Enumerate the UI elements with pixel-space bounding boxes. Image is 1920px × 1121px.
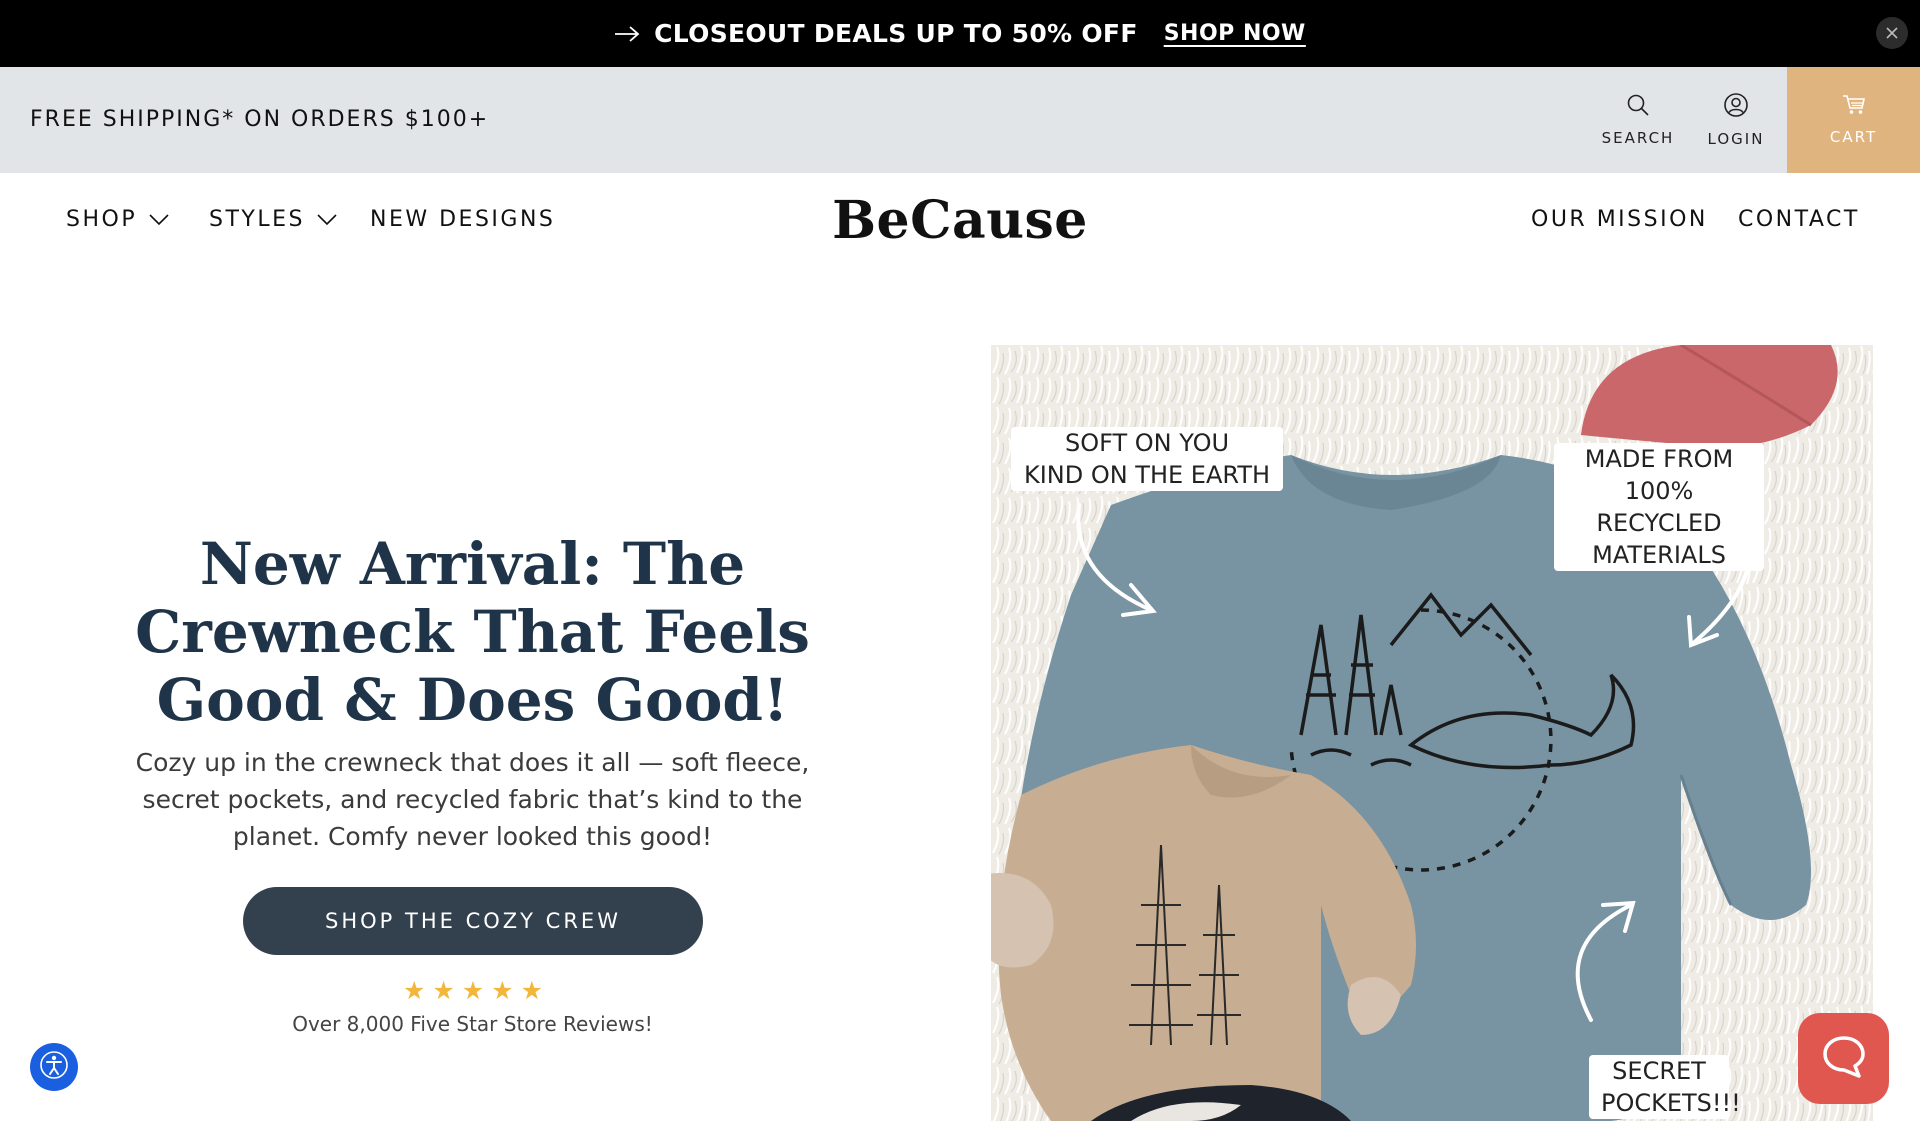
recycled-callout-line-1: MADE FROM bbox=[1584, 445, 1734, 473]
chevron-down-icon bbox=[317, 207, 337, 232]
shop-cozy-crew-button[interactable]: SHOP THE COZY CREW bbox=[243, 887, 703, 955]
free-shipping-text: FREE SHIPPING* ON ORDERS $100+ bbox=[30, 107, 490, 132]
cart-label: CART bbox=[1829, 128, 1878, 146]
search-button[interactable]: SEARCH bbox=[1598, 67, 1678, 173]
login-label: LOGIN bbox=[1707, 130, 1765, 148]
cart-icon bbox=[1842, 94, 1866, 120]
accessibility-icon bbox=[39, 1050, 69, 1084]
chat-button[interactable] bbox=[1798, 1013, 1889, 1104]
star-icon: ★ bbox=[520, 976, 543, 1005]
recycled-callout-line-3: MATERIALS bbox=[1592, 541, 1726, 569]
chat-bubble-icon bbox=[1821, 1034, 1867, 1084]
search-icon bbox=[1626, 93, 1650, 121]
soft-callout-line-2: KIND ON THE EARTH bbox=[1023, 461, 1271, 489]
chevron-down-icon bbox=[149, 207, 169, 232]
nav-contact[interactable]: CONTACT bbox=[1738, 207, 1860, 232]
soft-callout-line-1: SOFT ON YOU bbox=[1064, 429, 1230, 457]
nav-styles-label: STYLES bbox=[209, 207, 305, 232]
arrow-right-icon bbox=[614, 19, 640, 49]
utility-bar: FREE SHIPPING* ON ORDERS $100+ SEARCH LO… bbox=[0, 67, 1920, 173]
star-icon: ★ bbox=[491, 976, 514, 1005]
announcement-text: CLOSEOUT DEALS UP TO 50% OFF bbox=[654, 19, 1138, 48]
search-label: SEARCH bbox=[1601, 129, 1675, 147]
nav-styles[interactable]: STYLES bbox=[209, 207, 337, 232]
nav-new-designs[interactable]: NEW DESIGNS bbox=[370, 207, 555, 232]
announcement-bar: CLOSEOUT DEALS UP TO 50% OFF SHOP NOW bbox=[0, 0, 1920, 67]
nav-new-designs-label: NEW DESIGNS bbox=[370, 207, 556, 232]
login-button[interactable]: LOGIN bbox=[1694, 67, 1778, 173]
reviews-text: Over 8,000 Five Star Store Reviews! bbox=[292, 1012, 653, 1036]
main-nav: SHOP STYLES NEW DESIGNS BeCause OUR MISS… bbox=[0, 173, 1920, 269]
nav-our-mission-label: OUR MISSION bbox=[1531, 207, 1708, 232]
hero-title: New Arrival: The Crewneck That Feels Goo… bbox=[135, 530, 810, 734]
cart-button[interactable]: CART bbox=[1787, 67, 1920, 173]
user-icon bbox=[1723, 92, 1749, 122]
shop-now-link[interactable]: SHOP NOW bbox=[1164, 21, 1306, 46]
star-rating: ★ ★ ★ ★ ★ bbox=[403, 978, 543, 1003]
star-icon: ★ bbox=[432, 976, 455, 1005]
hero-subtitle: Cozy up in the crewneck that does it all… bbox=[135, 748, 810, 851]
close-icon[interactable] bbox=[1876, 17, 1908, 49]
recycled-callout-line-2: 100% RECYCLED bbox=[1596, 477, 1722, 537]
star-icon: ★ bbox=[403, 976, 426, 1005]
pockets-callout-line-1: SECRET bbox=[1612, 1057, 1706, 1085]
pockets-callout-line-2: POCKETS!!! bbox=[1601, 1089, 1741, 1117]
nav-shop-label: SHOP bbox=[66, 207, 138, 232]
accessibility-button[interactable] bbox=[30, 1043, 78, 1091]
nav-contact-label: CONTACT bbox=[1738, 207, 1860, 232]
hero-product-image: SOFT ON YOU KIND ON THE EARTH MADE FROM … bbox=[991, 345, 1873, 1121]
nav-shop[interactable]: SHOP bbox=[66, 207, 169, 232]
soft-callout: SOFT ON YOU KIND ON THE EARTH bbox=[1011, 427, 1283, 491]
star-icon: ★ bbox=[461, 976, 485, 1005]
pockets-callout: SECRET POCKETS!!! bbox=[1589, 1055, 1741, 1119]
nav-our-mission[interactable]: OUR MISSION bbox=[1531, 207, 1708, 232]
brand-logo[interactable]: BeCause bbox=[820, 190, 1100, 251]
recycled-callout: MADE FROM 100% RECYCLED MATERIALS bbox=[1554, 443, 1764, 571]
